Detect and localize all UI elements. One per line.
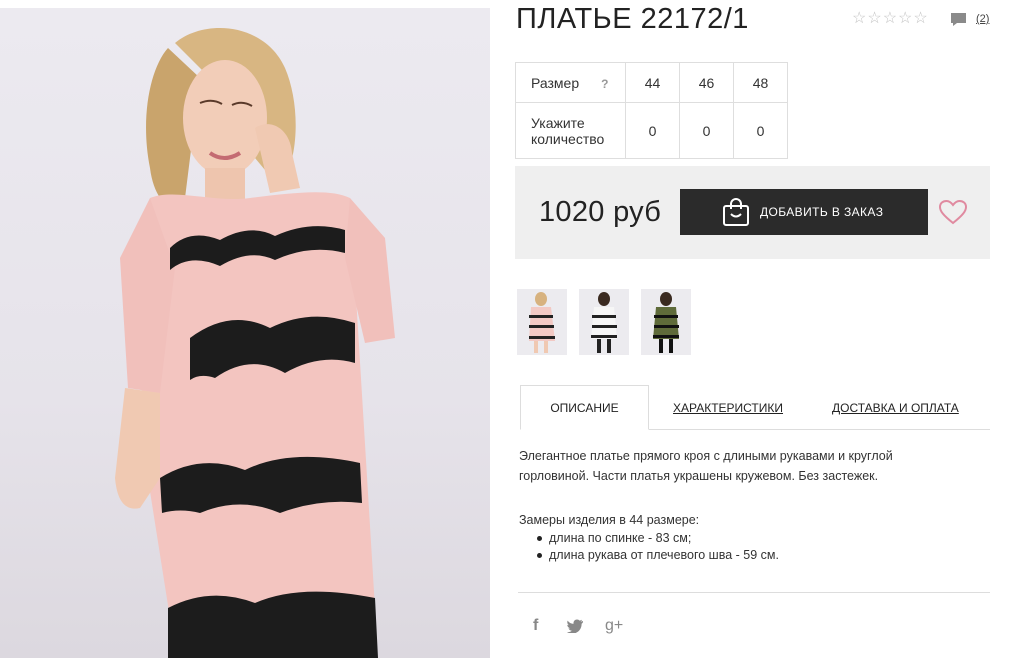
description-line-1: Элегантное платье прямого кроя с длиными… (519, 449, 893, 463)
star-icon[interactable]: ☆ (883, 11, 897, 27)
review-count-link[interactable]: (2) (976, 13, 989, 25)
twitter-icon[interactable] (567, 619, 584, 633)
product-title: ПЛАТЬЕ 22172/1 (516, 3, 749, 35)
price-box: 1020 руб ДОБАВИТЬ В ЗАКАЗ (515, 166, 990, 259)
size-option-46[interactable]: 46 (679, 62, 734, 103)
rating-stars[interactable]: ☆ ☆ ☆ ☆ ☆ (852, 11, 928, 27)
size-label: Размер (531, 74, 580, 91)
price: 1020 руб (539, 196, 662, 228)
quantity-input-46[interactable]: 0 (679, 102, 734, 159)
thumbnail-olive-dress[interactable] (641, 289, 691, 355)
list-item: длина рукава от плечевого шва - 59 см. (537, 547, 779, 564)
tab-characteristics[interactable]: ХАРАКТЕРИСТИКИ (673, 401, 783, 415)
list-item: длина по спинке - 83 см; (537, 530, 779, 547)
divider (518, 592, 990, 593)
star-icon[interactable]: ☆ (852, 11, 866, 27)
size-option-48[interactable]: 48 (733, 62, 788, 103)
quantity-label-cell: Укажите количество (515, 102, 626, 159)
add-to-order-button[interactable]: ДОБАВИТЬ В ЗАКАЗ (680, 189, 928, 235)
heart-icon[interactable] (938, 199, 968, 225)
measurements-list: длина по спинке - 83 см; длина рукава от… (537, 530, 779, 564)
size-label-cell: Размер? (515, 62, 626, 103)
tab-description[interactable]: ОПИСАНИЕ (520, 385, 649, 430)
comment-icon[interactable] (950, 12, 967, 27)
measurements-title: Замеры изделия в 44 размере: (519, 513, 700, 527)
shopping-bag-icon (723, 198, 749, 226)
tab-delivery-payment[interactable]: ДОСТАВКА И ОПЛАТА (832, 401, 959, 415)
description-line-2: горловиной. Части платья украшены кружев… (519, 469, 879, 483)
size-option-44[interactable]: 44 (625, 62, 680, 103)
facebook-icon[interactable]: f (533, 617, 538, 635)
thumbnail-pink-dress[interactable] (517, 289, 567, 355)
quantity-input-44[interactable]: 0 (625, 102, 680, 159)
star-icon[interactable]: ☆ (898, 11, 912, 27)
product-photo[interactable] (0, 8, 490, 658)
add-to-order-label: ДОБАВИТЬ В ЗАКАЗ (760, 205, 884, 219)
quantity-label-line2: количество (531, 130, 605, 147)
google-plus-icon[interactable]: g+ (605, 617, 623, 635)
star-icon[interactable]: ☆ (913, 11, 927, 27)
size-help-icon[interactable]: ? (601, 77, 608, 91)
quantity-label-line1: Укажите (531, 114, 585, 131)
thumbnail-white-dress[interactable] (579, 289, 629, 355)
size-quantity-table: Размер? 44 46 48 Укажите количество 0 0 … (515, 62, 788, 159)
quantity-input-48[interactable]: 0 (733, 102, 788, 159)
description-text: Элегантное платье прямого кроя с длиными… (519, 446, 959, 486)
star-icon[interactable]: ☆ (867, 11, 881, 27)
